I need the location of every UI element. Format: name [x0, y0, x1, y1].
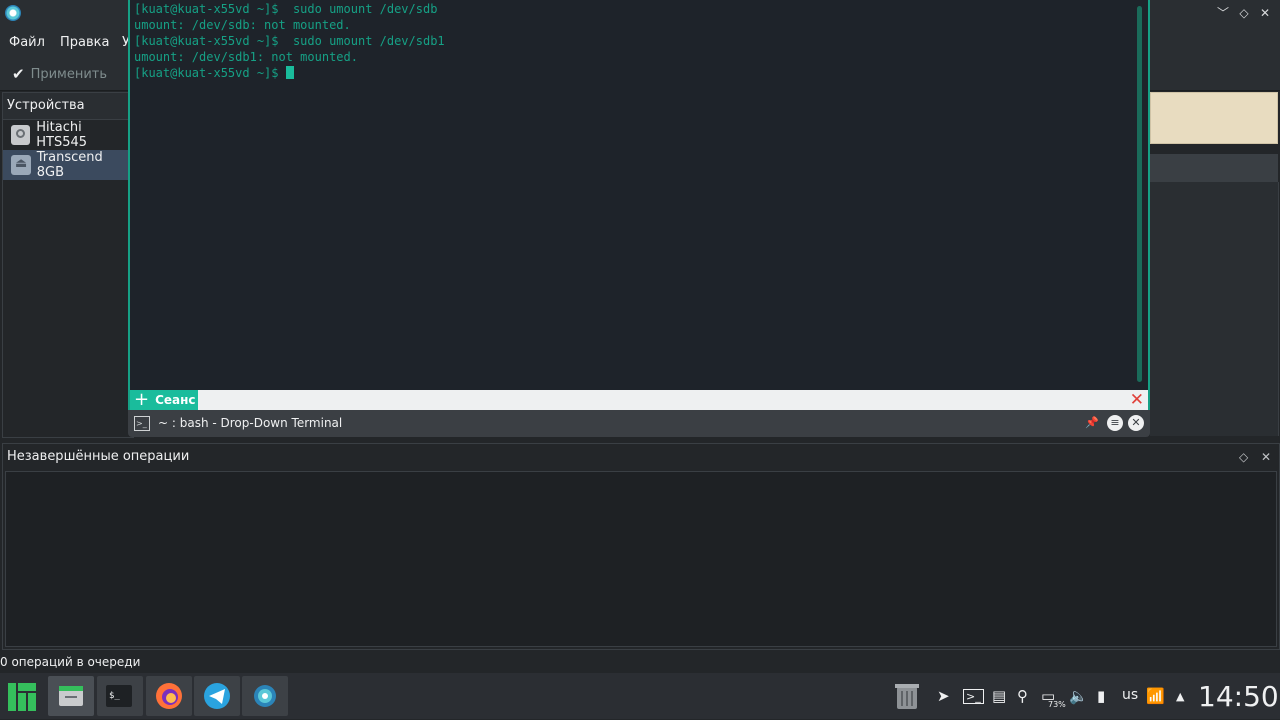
terminal-output[interactable]: [kuat@kuat-x55vd ~]$ sudo umount /dev/sd… [128, 0, 1150, 390]
partition-graph[interactable] [1150, 92, 1278, 144]
device-item-transcend[interactable]: Transcend 8GB [3, 150, 133, 180]
trash-icon[interactable] [893, 681, 921, 711]
close-tab-icon[interactable]: ✕ [1130, 391, 1144, 409]
apply-label: Применить [30, 66, 108, 82]
taskbar: $_ ➤ >_ ▤ ⚲ ▭ 73% 🔈 ▮ us 📶 ▲ 14:50 [0, 673, 1280, 719]
terminal-title-bar: >_ ~ : bash - Drop-Down Terminal 📌 ≡ ✕ [128, 410, 1150, 437]
apply-button[interactable]: ✔ Применить [12, 64, 107, 84]
pending-operations-header: Незавершённые операции ◇ ✕ [3, 444, 1279, 470]
pending-operations-list [5, 471, 1277, 647]
minimize-icon[interactable]: ﹀ [1214, 4, 1232, 22]
clipboard-icon[interactable]: ▤ [992, 687, 1006, 705]
task-file-manager[interactable] [48, 676, 94, 716]
device-label: Hitachi HTS545 [36, 120, 88, 150]
menu-icon[interactable]: ≡ [1107, 415, 1123, 431]
terminal-line: [kuat@kuat-x55vd ~]$ sudo umount /dev/sd… [134, 2, 438, 16]
terminal-prompt: [kuat@kuat-x55vd ~]$ [134, 66, 286, 80]
task-telegram[interactable] [194, 676, 240, 716]
float-panel-icon[interactable]: ◇ [1239, 444, 1248, 470]
tab-session-label: Сеанс [155, 393, 196, 407]
pin-icon[interactable]: 📌 [1084, 415, 1100, 431]
telegram-icon [204, 683, 230, 709]
usb-tray-icon[interactable]: ▮ [1097, 687, 1105, 705]
task-terminal[interactable]: $_ [97, 676, 143, 716]
keyboard-layout[interactable]: us [1122, 687, 1138, 703]
menu-file[interactable]: Файл [9, 35, 45, 50]
clock[interactable]: 14:50 [1198, 680, 1279, 713]
pending-operations-panel: Незавершённые операции ◇ ✕ [2, 443, 1280, 650]
terminal-title: ~ : bash - Drop-Down Terminal [158, 416, 343, 430]
close-icon[interactable]: ✕ [1256, 4, 1274, 22]
status-bar: 0 операций в очереди [0, 655, 141, 669]
volume-icon[interactable]: 🔈 [1069, 687, 1088, 705]
devices-panel: Устройства Hitachi HTS545 Transcend 8GB [2, 92, 134, 438]
terminal-scrollbar[interactable] [1137, 6, 1142, 382]
partition-manager-app-icon [5, 5, 21, 21]
devices-header: Устройства [3, 93, 133, 120]
terminal-tab-bar: + Сеанс ✕ [128, 390, 1150, 410]
location-icon[interactable]: ⚲ [1017, 687, 1028, 705]
pending-operations-title: Незавершённые операции [7, 449, 190, 464]
wifi-icon[interactable]: 📶 [1146, 687, 1165, 705]
quit-icon[interactable]: ✕ [1128, 415, 1144, 431]
checkmark-icon: ✔ [12, 65, 25, 83]
tab-session[interactable]: + Сеанс [130, 390, 198, 410]
tray-expand-icon[interactable]: ▲ [1176, 690, 1184, 703]
task-firefox[interactable] [146, 676, 192, 716]
task-partition-manager[interactable] [242, 676, 288, 716]
battery-percent: 73% [1048, 700, 1066, 709]
device-item-hitachi[interactable]: Hitachi HTS545 [3, 120, 133, 150]
hard-disk-icon [11, 125, 31, 145]
file-manager-icon [59, 686, 83, 706]
terminal-cursor [285, 66, 294, 79]
telegram-tray-icon[interactable]: ➤ [937, 687, 950, 705]
terminal-text: [kuat@kuat-x55vd ~]$ sudo umount /dev/sd… [134, 1, 445, 81]
partition-table-area [1150, 182, 1279, 436]
new-tab-plus-icon[interactable]: + [134, 391, 149, 409]
terminal-line: umount: /dev/sdb: not mounted. [134, 18, 351, 32]
firefox-icon [156, 683, 182, 709]
terminal-line: [kuat@kuat-x55vd ~]$ sudo umount /dev/sd… [134, 34, 445, 48]
menu-edit[interactable]: Правка [60, 35, 109, 50]
maximize-icon[interactable]: ◇ [1235, 4, 1253, 22]
svg-text:$_: $_ [109, 691, 120, 701]
manjaro-menu-icon[interactable] [8, 683, 36, 711]
usb-drive-icon [11, 155, 31, 175]
device-label: Transcend 8GB [36, 150, 103, 180]
partition-manager-icon [254, 685, 276, 707]
partition-table-row[interactable] [1150, 154, 1278, 182]
terminal-prompt-icon: >_ [134, 416, 150, 431]
terminal-icon: $_ [106, 685, 132, 707]
terminal-line: umount: /dev/sdb1: not mounted. [134, 50, 358, 64]
yakuake-tray-icon[interactable]: >_ [963, 689, 984, 704]
close-panel-icon[interactable]: ✕ [1261, 444, 1271, 470]
